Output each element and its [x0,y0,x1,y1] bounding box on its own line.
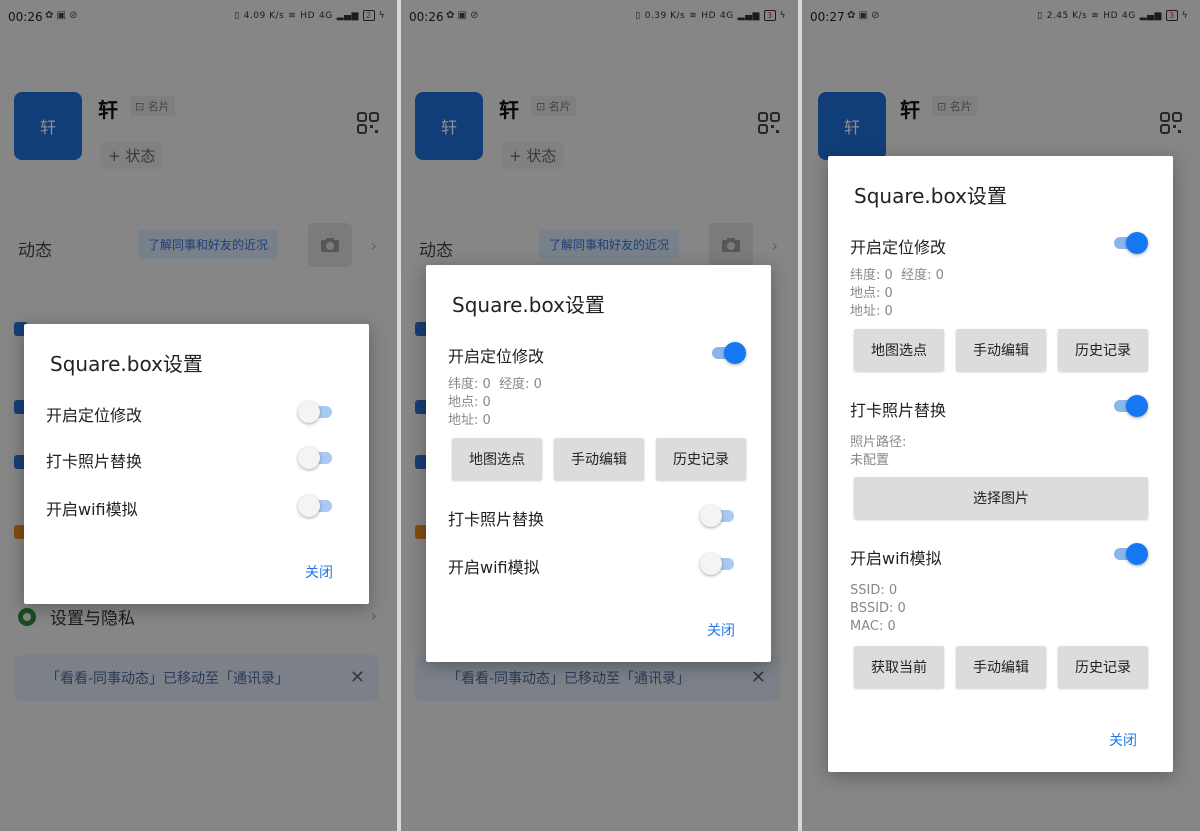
place-line: 地点: 0 [448,394,542,412]
photo-toggle[interactable] [700,505,738,527]
dialog-title: Square.box设置 [50,352,203,376]
settings-dialog: Square.box设置 开启定位修改 打卡照片替换 开启wifi模拟 关闭 [24,324,369,604]
photo-path-label: 照片路径: [850,435,907,450]
wifi-toggle[interactable] [1112,543,1150,565]
wifi-toggle[interactable] [700,553,738,575]
photo-toggle-label: 打卡照片替换 [46,452,143,471]
photo-path-value: 未配置 [850,453,890,468]
ssid-line: SSID: 0 [850,583,898,598]
place-label: 地点: [850,286,881,301]
lng-label: 经度: [901,268,932,283]
settings-dialog: Square.box设置 开启定位修改 纬度: 0 经度: 0 地点: 0 地址… [426,265,771,662]
address-label: 地址: [448,413,479,428]
photo-toggle-label: 打卡照片替换 [448,510,545,529]
address-label: 地址: [850,304,881,319]
lat-lng-line: 纬度: 0 经度: 0 [448,376,542,394]
lat-value: 0 [884,268,893,283]
wifi-toggle-label: 开启wifi模拟 [46,500,138,519]
history-button[interactable]: 历史记录 [1058,329,1148,371]
manual-edit-button[interactable]: 手动编辑 [554,438,644,480]
close-button[interactable]: 关闭 [707,620,735,640]
choose-image-button[interactable]: 选择图片 [854,477,1148,519]
lat-label: 纬度: [448,377,479,392]
location-toggle-label: 开启定位修改 [448,347,545,366]
place-value: 0 [482,395,491,410]
screen-1: 00:26 ✿ ▣ ⊘ ▯ 4.09 K/s ≋ HD 4G ▂▄▆ 2 ϟ 轩… [0,0,397,831]
address-value: 0 [884,304,893,319]
location-info: 纬度: 0 经度: 0 地点: 0 地址: 0 [448,376,542,430]
wifi-toggle[interactable] [298,495,336,517]
photo-toggle-label: 打卡照片替换 [850,401,947,420]
photo-info: 照片路径: 未配置 [850,434,906,470]
dialog-title: Square.box设置 [452,293,605,317]
lng-value: 0 [935,268,944,283]
close-button[interactable]: 关闭 [305,562,333,582]
screen-3: 00:27 ✿ ▣ ⊘ ▯ 2.45 K/s ≋ HD 4G ▂▄▆ 3 ϟ 轩… [802,0,1200,831]
map-pick-button[interactable]: 地图选点 [854,329,944,371]
wifi-toggle-label: 开启wifi模拟 [448,558,540,577]
wifi-info: SSID: 0 BSSID: 0 MAC: 0 [850,582,906,636]
place-line: 地点: 0 [850,285,944,303]
wifi-toggle-label: 开启wifi模拟 [850,549,942,568]
location-toggle[interactable] [1112,232,1150,254]
address-line: 地址: 0 [850,303,944,321]
lat-value: 0 [482,377,491,392]
history-button[interactable]: 历史记录 [656,438,746,480]
place-value: 0 [884,286,893,301]
settings-dialog: Square.box设置 开启定位修改 纬度: 0 经度: 0 地点: 0 地址… [828,156,1173,772]
lat-label: 纬度: [850,268,881,283]
get-current-button[interactable]: 获取当前 [854,646,944,688]
photo-toggle[interactable] [1112,395,1150,417]
location-toggle-label: 开启定位修改 [850,238,947,257]
mac-line: MAC: 0 [850,619,896,634]
history-button[interactable]: 历史记录 [1058,646,1148,688]
location-toggle[interactable] [298,401,336,423]
manual-edit-button[interactable]: 手动编辑 [956,646,1046,688]
close-button[interactable]: 关闭 [1109,730,1137,750]
lng-value: 0 [533,377,542,392]
dialog-title: Square.box设置 [854,184,1007,208]
location-toggle[interactable] [710,342,748,364]
place-label: 地点: [448,395,479,410]
address-value: 0 [482,413,491,428]
location-info: 纬度: 0 经度: 0 地点: 0 地址: 0 [850,267,944,321]
screen-2: 00:26 ✿ ▣ ⊘ ▯ 0.39 K/s ≋ HD 4G ▂▄▆ 3 ϟ 轩… [401,0,798,831]
address-line: 地址: 0 [448,412,542,430]
lng-label: 经度: [499,377,530,392]
photo-toggle[interactable] [298,447,336,469]
map-pick-button[interactable]: 地图选点 [452,438,542,480]
manual-edit-button[interactable]: 手动编辑 [956,329,1046,371]
location-toggle-label: 开启定位修改 [46,406,143,425]
bssid-line: BSSID: 0 [850,601,906,616]
lat-lng-line: 纬度: 0 经度: 0 [850,267,944,285]
